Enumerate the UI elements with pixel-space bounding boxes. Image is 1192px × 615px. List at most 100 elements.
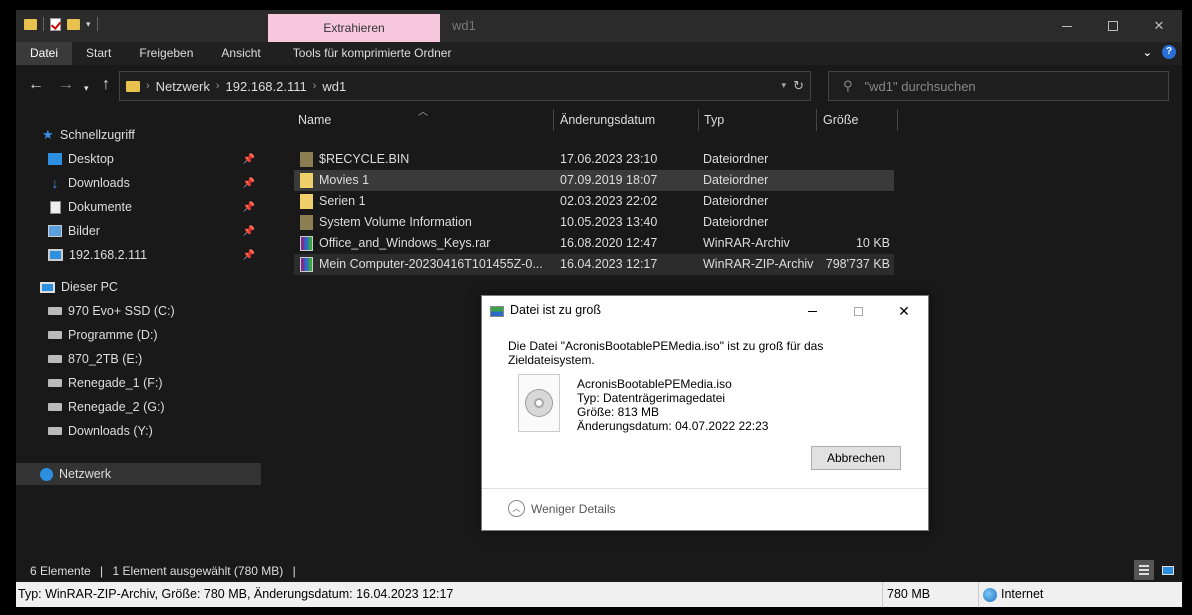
search-input[interactable]: ⚲ "wd1" durchsuchen (828, 71, 1169, 101)
tab-compressed-tools[interactable]: Tools für komprimierte Ordner (279, 42, 466, 65)
nav-network-host[interactable]: 192.168.2.111 📌 (16, 244, 261, 266)
nav-drive-y[interactable]: Downloads (Y:) (16, 420, 261, 442)
transfer-icon (490, 306, 504, 317)
nav-network[interactable]: Netzwerk (16, 463, 261, 485)
forward-arrow-icon[interactable]: → (58, 77, 74, 93)
dialog-title-bar: Datei ist zu groß ✕ (482, 296, 928, 326)
file-type: Dateiordner (703, 152, 769, 166)
column-header-size[interactable]: Größe (823, 107, 858, 133)
close-button[interactable]: ✕ (1136, 10, 1182, 42)
nav-drive-d[interactable]: Programme (D:) (16, 324, 261, 346)
table-row[interactable]: System Volume Information 10.05.2023 13:… (294, 212, 894, 233)
maximize-button[interactable] (1090, 10, 1136, 42)
help-icon[interactable]: ? (1162, 45, 1176, 59)
recent-locations-chevron-icon[interactable]: ▾ (84, 80, 89, 96)
star-icon: ★ (42, 127, 54, 142)
table-row[interactable]: Office_and_Windows_Keys.rar 16.08.2020 1… (294, 233, 894, 254)
monitor-icon (48, 249, 63, 261)
caption-buttons: ✕ (1044, 10, 1182, 42)
breadcrumb-share[interactable]: wd1 (322, 79, 346, 94)
status-divider: | (292, 564, 296, 578)
ribbon-controls: ⌄ ? (1143, 45, 1176, 59)
file-type: Dateiordner (703, 173, 769, 187)
customize-chevron-icon[interactable]: ▾ (86, 19, 91, 30)
breadcrumb-chevron-icon[interactable]: › (146, 80, 150, 92)
drive-icon (48, 355, 62, 363)
back-arrow-icon[interactable]: ← (28, 77, 44, 93)
desktop-icon (48, 153, 62, 165)
tab-view[interactable]: Ansicht (207, 42, 274, 65)
column-divider[interactable] (698, 109, 699, 131)
expand-ribbon-chevron-icon[interactable]: ⌄ (1143, 46, 1152, 59)
pin-icon[interactable]: 📌 (243, 226, 255, 237)
search-placeholder: "wd1" durchsuchen (864, 78, 976, 94)
file-type: Dateiordner (703, 194, 769, 208)
column-header-name[interactable]: Name (298, 107, 331, 133)
properties-icon[interactable] (50, 17, 61, 31)
nav-drive-c[interactable]: 970 Evo+ SSD (C:) (16, 300, 261, 322)
nav-drive-f[interactable]: Renegade_1 (F:) (16, 372, 261, 394)
nav-this-pc[interactable]: Dieser PC (16, 276, 261, 298)
tab-file[interactable]: Datei (16, 42, 73, 65)
breadcrumb-host[interactable]: 192.168.2.111 (226, 79, 307, 94)
file-date: Änderungsdatum: 04.07.2022 22:23 (577, 419, 769, 433)
pin-icon[interactable]: 📌 (243, 178, 255, 189)
nav-drive-e[interactable]: 870_2TB (E:) (16, 348, 261, 370)
pin-icon[interactable]: 📌 (243, 202, 255, 213)
table-row[interactable]: $RECYCLE.BIN 17.06.2023 23:10 Dateiordne… (294, 149, 894, 170)
nav-label: Bilder (68, 224, 100, 238)
drive-icon (48, 307, 62, 315)
tab-share[interactable]: Freigeben (125, 42, 207, 65)
column-divider[interactable] (897, 109, 898, 131)
file-size: 10 KB (855, 236, 890, 250)
nav-label: Desktop (68, 152, 114, 166)
minimize-icon (807, 310, 817, 312)
dialog-minimize-button[interactable] (790, 296, 834, 326)
nav-downloads[interactable]: ↓ Downloads 📌 (16, 172, 261, 194)
table-row[interactable]: Serien 1 02.03.2023 22:02 Dateiordner (294, 191, 894, 212)
file-date: 07.09.2019 18:07 (560, 173, 658, 187)
breadcrumb-chevron-icon[interactable]: › (313, 80, 317, 92)
new-folder-icon[interactable] (67, 18, 80, 30)
file-size: Größe: 813 MB (577, 405, 660, 419)
folder-icon[interactable] (24, 18, 37, 30)
tab-home[interactable]: Start (72, 42, 125, 65)
column-divider[interactable] (553, 109, 554, 131)
address-bar[interactable]: › Netzwerk › 192.168.2.111 › wd1 ▾ ↻ (119, 71, 811, 101)
dialog-close-button[interactable]: ✕ (882, 296, 926, 326)
minimize-button[interactable] (1044, 10, 1090, 42)
context-tab-extract[interactable]: Extrahieren (268, 14, 440, 42)
file-too-large-dialog: Datei ist zu groß ✕ Die Datei "AcronisBo… (481, 295, 929, 531)
nav-label: Downloads (Y:) (68, 424, 153, 438)
table-row[interactable]: Mein Computer-20230416T101455Z-0... 16.0… (294, 254, 894, 275)
up-arrow-icon[interactable]: ↑ (102, 77, 110, 93)
tiles-view-button[interactable] (1158, 560, 1178, 580)
table-row[interactable]: Movies 1 07.09.2019 18:07 Dateiordner (294, 170, 894, 191)
globe-icon (983, 587, 997, 602)
document-icon (50, 200, 61, 214)
pin-icon[interactable]: 📌 (243, 250, 255, 261)
column-header-date[interactable]: Änderungsdatum (560, 107, 655, 133)
nav-label: Renegade_2 (G:) (68, 400, 165, 414)
fewer-details-toggle[interactable]: ︿ Weniger Details (508, 500, 615, 517)
details-view-button[interactable] (1134, 560, 1154, 580)
nav-desktop[interactable]: Desktop 📌 (16, 148, 261, 170)
cancel-button[interactable]: Abbrechen (811, 446, 901, 470)
pin-icon[interactable]: 📌 (243, 154, 255, 165)
refresh-icon[interactable]: ↻ (793, 78, 804, 94)
nav-pictures[interactable]: Bilder 📌 (16, 220, 261, 242)
window-title: wd1 (452, 18, 476, 33)
nav-quick-access[interactable]: ★ Schnellzugriff (16, 124, 261, 146)
nav-documents[interactable]: Dokumente 📌 (16, 196, 261, 218)
address-history-chevron-icon[interactable]: ▾ (781, 80, 786, 91)
ribbon-tabs: Datei Start Freigeben Ansicht Tools für … (16, 42, 1182, 65)
column-divider[interactable] (816, 109, 817, 131)
file-type: Typ: Datenträgerimagedatei (577, 391, 726, 405)
breadcrumb-netzwerk[interactable]: Netzwerk (156, 79, 210, 94)
nav-drive-g[interactable]: Renegade_2 (G:) (16, 396, 261, 418)
breadcrumb-chevron-icon[interactable]: › (216, 80, 220, 92)
quick-access-toolbar: ▾ (24, 17, 98, 31)
folder-icon (300, 215, 313, 230)
zone-label: Internet (1001, 587, 1044, 601)
column-header-type[interactable]: Typ (704, 107, 724, 133)
